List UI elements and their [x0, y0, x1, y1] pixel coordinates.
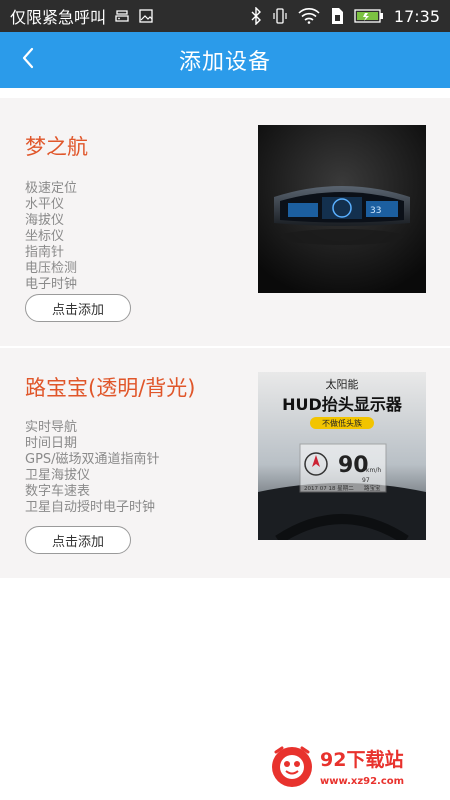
device-image[interactable]: 太阳能 HUD抬头显示器 不做低头族 90 km/h 97 2017 07 18…: [258, 372, 426, 540]
add-device-button[interactable]: 点击添加: [25, 294, 131, 322]
device-list: 梦之航 极速定位 水平仪 海拔仪 坐标仪 指南针 电压检测 电子时钟 点击添加: [0, 88, 450, 800]
device-name: 梦之航: [25, 135, 88, 159]
feature-item: 卫星自动授时电子时钟: [25, 500, 156, 515]
image-icon: [138, 8, 154, 24]
back-button[interactable]: [8, 40, 48, 80]
feature-item: 实时导航: [25, 420, 78, 435]
app-bar: 添加设备: [0, 32, 450, 88]
hud-tag-text: 不做低头族: [322, 418, 362, 428]
watermark-url: www.xz92.com: [320, 776, 404, 787]
feature-item: 海拔仪: [25, 213, 65, 228]
hud-date-text: 2017 07 18 星期二: [304, 485, 354, 492]
hud-headline-text: HUD抬头显示器: [282, 395, 403, 414]
wifi-icon: [298, 8, 320, 24]
watermark-logo: 92下载站 www.xz92.com: [268, 740, 443, 794]
svg-text:33: 33: [370, 206, 381, 216]
battery-icon: [354, 8, 384, 24]
carrier-text: 仅限紧急呼叫: [10, 8, 107, 27]
storage-icon: [114, 8, 130, 24]
feature-item: 时间日期: [25, 436, 78, 451]
device-card: 路宝宝(透明/背光) 实时导航 时间日期 GPS/磁场双通道指南针 卫星海拔仪 …: [0, 348, 450, 578]
chevron-left-icon: [20, 47, 36, 73]
feature-item: 电压检测: [25, 261, 78, 276]
sim-icon: [330, 7, 344, 25]
feature-item: 数字车速表: [25, 484, 91, 499]
feature-list: 极速定位 水平仪 海拔仪 坐标仪 指南针 电压检测 电子时钟: [25, 181, 77, 293]
device-name: 路宝宝(透明/背光): [25, 376, 196, 400]
status-bar: 仅限紧急呼叫 17:35: [0, 0, 450, 32]
clock-text: 17:35: [393, 6, 440, 26]
page-title: 添加设备: [178, 50, 271, 75]
hud-top-text: 太阳能: [326, 377, 359, 391]
hud-brand-text: 路宝宝: [364, 484, 381, 492]
feature-item: 水平仪: [25, 197, 65, 212]
hud-speed-unit: km/h: [366, 467, 381, 474]
feature-item: 坐标仪: [25, 229, 65, 244]
add-device-button[interactable]: 点击添加: [25, 526, 131, 554]
bluetooth-icon: [250, 7, 262, 25]
feature-item: GPS/磁场双通道指南针: [25, 452, 160, 467]
feature-list: 实时导航 时间日期 GPS/磁场双通道指南针 卫星海拔仪 数字车速表 卫星自动授…: [25, 420, 160, 516]
feature-item: 指南针: [25, 245, 65, 260]
feature-item: 电子时钟: [25, 277, 78, 292]
device-image[interactable]: 33: [258, 125, 426, 293]
device-card: 梦之航 极速定位 水平仪 海拔仪 坐标仪 指南针 电压检测 电子时钟 点击添加: [0, 98, 450, 346]
hud-temp-text: 97: [362, 477, 370, 484]
feature-item: 卫星海拔仪: [25, 468, 91, 483]
watermark-name: 92下载站: [320, 748, 403, 771]
vibrate-icon: [272, 7, 288, 25]
feature-item: 极速定位: [25, 181, 78, 196]
hud-speed-text: 90: [338, 453, 369, 478]
